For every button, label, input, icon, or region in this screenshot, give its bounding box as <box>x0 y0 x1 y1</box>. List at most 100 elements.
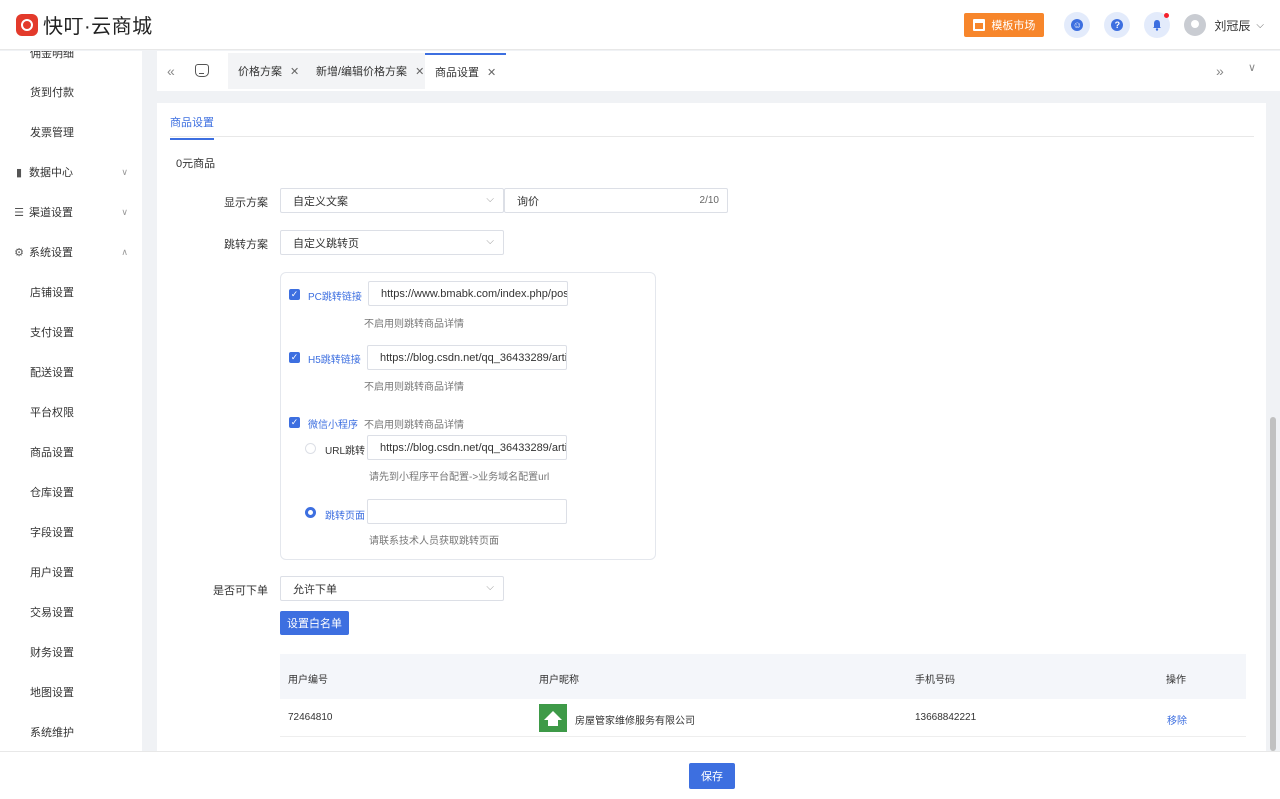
sidebar-item-label: 支付设置 <box>30 327 74 339</box>
whitelist-table: 用户编号 用户昵称 手机号码 操作 72464810 房屋管家维修服务有限公司 … <box>280 654 1246 757</box>
chevron-down-icon[interactable]: ∨ <box>1248 61 1256 74</box>
help-button[interactable]: ? <box>1104 12 1131 38</box>
sidebar-item-store[interactable]: 店铺设置 <box>0 280 142 304</box>
tab-product-settings[interactable]: 商品设置 ✕ <box>425 53 507 89</box>
order-allowed-value: 允许下单 <box>293 583 337 596</box>
sidebar-item-cod[interactable]: 货到付款 <box>0 80 142 104</box>
display-text-value: 询价 <box>517 195 539 208</box>
sidebar-item-label: 用户设置 <box>30 567 74 579</box>
h5-link-hint: 不启用则跳转商品详情 <box>364 382 464 393</box>
mini-url-value: https://blog.csdn.net/qq_36433289/articl… <box>380 441 567 454</box>
template-market-label: 模板市场 <box>991 20 1036 32</box>
jump-scheme-value: 自定义跳转页 <box>293 237 359 250</box>
pc-link-input[interactable]: https://www.bmabk.com/index.php/post/1 <box>368 281 568 306</box>
sidebar-item-label: 系统维护 <box>30 727 74 739</box>
close-icon[interactable]: ✕ <box>487 66 496 79</box>
tab-edit-price-plan[interactable]: 新增/编辑价格方案 ✕ <box>306 53 435 89</box>
user-name[interactable]: 刘冠辰 <box>1214 17 1250 34</box>
sidebar-item-user[interactable]: 用户设置 <box>0 560 142 584</box>
display-text-input[interactable]: 询价 2/10 <box>504 188 728 213</box>
close-icon[interactable]: ✕ <box>415 65 424 78</box>
display-scheme-select[interactable]: 自定义文案 ⌵ <box>280 188 504 213</box>
save-button[interactable]: 保存 <box>689 763 735 789</box>
bar-chart-icon: ▮ <box>15 166 23 179</box>
scrollbar[interactable] <box>1270 417 1276 751</box>
jump-scheme-label: 跳转方案 <box>224 239 268 251</box>
mini-program-hint: 不启用则跳转商品详情 <box>364 420 464 431</box>
chevron-down-icon: ⌵ <box>486 236 494 247</box>
user-avatar[interactable] <box>1184 14 1207 36</box>
set-whitelist-button[interactable]: 设置白名单 <box>280 611 349 635</box>
top-header: 快叮·云商城 模板市场 ☺ ? 刘冠辰 ⌵ <box>0 0 1280 50</box>
jump-options-panel: ✓ PC跳转链接 https://www.bmabk.com/index.php… <box>280 272 656 560</box>
sidebar-item-label: 平台权限 <box>30 407 74 419</box>
url-jump-label: URL跳转 <box>325 446 366 457</box>
order-allowed-select[interactable]: 允许下单 ⌵ <box>280 576 504 601</box>
sidebar-item-maintenance[interactable]: 系统维护 <box>0 720 142 744</box>
url-jump-radio[interactable] <box>305 443 316 454</box>
pc-link-hint: 不启用则跳转商品详情 <box>364 319 464 330</box>
notification-button[interactable] <box>1144 12 1171 38</box>
sidebar-group-system[interactable]: ⚙ 系统设置 ∧ <box>0 240 142 264</box>
help-icon: ? <box>1111 19 1124 31</box>
brand-logo[interactable]: 快叮·云商城 <box>16 10 153 39</box>
sidebar-item-invoice[interactable]: 发票管理 <box>0 120 142 144</box>
mini-program-checkbox[interactable]: ✓ <box>289 417 300 428</box>
sidebar-item-trade[interactable]: 交易设置 <box>0 600 142 624</box>
sidebar-item-label: 渠道设置 <box>29 207 73 219</box>
remove-link[interactable]: 移除 <box>1167 712 1187 727</box>
scroll-right-icon[interactable]: » <box>1216 63 1224 79</box>
sidebar-item-fields[interactable]: 字段设置 <box>0 520 142 544</box>
section-heading: 0元商品 <box>176 158 216 170</box>
pc-link-value: https://www.bmabk.com/index.php/post/1 <box>381 287 568 300</box>
tab-label: 价格方案 <box>238 66 282 78</box>
home-icon[interactable] <box>195 64 209 77</box>
pc-link-checkbox[interactable]: ✓ <box>289 289 300 300</box>
user-id-cell: 72464810 <box>288 712 333 723</box>
service-button[interactable]: ☺ <box>1064 12 1091 38</box>
sidebar-item-label: 配送设置 <box>30 367 74 379</box>
list-icon: ☰ <box>14 206 24 219</box>
template-market-button[interactable]: 模板市场 <box>964 13 1045 37</box>
sidebar-item-product[interactable]: 商品设置 <box>0 440 142 464</box>
sidebar-item-permission[interactable]: 平台权限 <box>0 400 142 424</box>
column-header: 手机号码 <box>915 675 955 686</box>
footer-bar: 保存 <box>0 751 1280 799</box>
sidebar-group-data-center[interactable]: ▮ 数据中心 ∨ <box>0 160 142 184</box>
chevron-down-icon[interactable]: ⌵ <box>1256 20 1264 31</box>
h5-link-value: https://blog.csdn.net/qq_36433289/articl… <box>380 351 567 364</box>
sidebar-item-commission[interactable]: 佣金明细 <box>0 51 142 65</box>
sidebar-item-label: 货到付款 <box>30 87 74 99</box>
sidebar-item-warehouse[interactable]: 仓库设置 <box>0 480 142 504</box>
tabs-bar: « 价格方案 ✕ 新增/编辑价格方案 ✕ 商品设置 ✕ » ∨ <box>157 51 1280 91</box>
tab-price-plan[interactable]: 价格方案 ✕ <box>228 53 310 89</box>
sidebar-item-label: 交易设置 <box>30 607 74 619</box>
h5-link-input[interactable]: https://blog.csdn.net/qq_36433289/articl… <box>367 345 567 370</box>
sidebar-item-label: 系统设置 <box>29 247 73 259</box>
nickname-cell: 房屋管家维修服务有限公司 <box>575 716 695 727</box>
mini-url-input[interactable]: https://blog.csdn.net/qq_36433289/articl… <box>367 435 567 460</box>
order-allowed-label: 是否可下单 <box>213 585 268 597</box>
sidebar-item-payment[interactable]: 支付设置 <box>0 320 142 344</box>
page-jump-radio[interactable] <box>305 507 316 518</box>
sidebar-item-finance[interactable]: 财务设置 <box>0 640 142 664</box>
column-header: 用户昵称 <box>539 675 579 686</box>
sidebar-item-map[interactable]: 地图设置 <box>0 680 142 704</box>
service-icon: ☺ <box>1071 19 1084 31</box>
chevron-down-icon: ⌵ <box>486 194 494 205</box>
sidebar-item-label: 字段设置 <box>30 527 74 539</box>
column-header: 操作 <box>1166 675 1186 686</box>
brand-name: 快叮·云商城 <box>43 16 153 38</box>
sidebar-group-channel[interactable]: ☰ 渠道设置 ∨ <box>0 200 142 224</box>
page-jump-input[interactable] <box>367 499 567 524</box>
jump-scheme-select[interactable]: 自定义跳转页 ⌵ <box>280 230 504 255</box>
tab-label: 新增/编辑价格方案 <box>316 66 408 78</box>
table-row: 72464810 房屋管家维修服务有限公司 13668842221 移除 <box>280 699 1246 737</box>
scroll-left-icon[interactable]: « <box>167 63 175 79</box>
h5-link-checkbox[interactable]: ✓ <box>289 352 300 363</box>
close-icon[interactable]: ✕ <box>290 65 299 78</box>
sidebar-item-delivery[interactable]: 配送设置 <box>0 360 142 384</box>
layout-icon <box>973 19 986 31</box>
sidebar-item-label: 店铺设置 <box>30 287 74 299</box>
column-header: 用户编号 <box>288 675 328 686</box>
